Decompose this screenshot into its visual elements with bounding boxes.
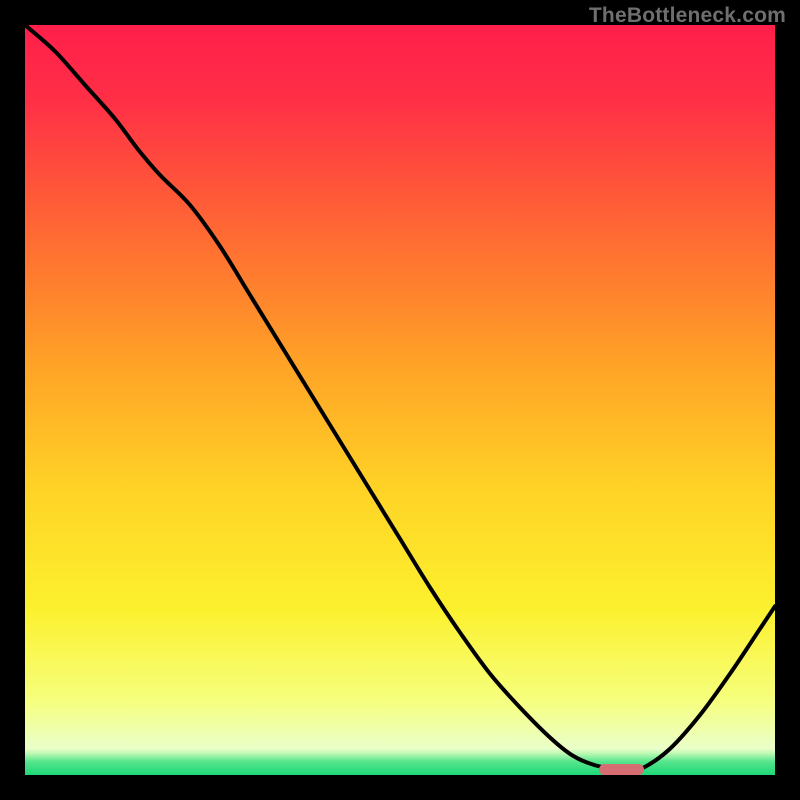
chart-stage: TheBottleneck.com (0, 0, 800, 800)
data-curve (25, 25, 775, 775)
optimal-marker (599, 764, 644, 775)
plot-area (25, 25, 775, 775)
